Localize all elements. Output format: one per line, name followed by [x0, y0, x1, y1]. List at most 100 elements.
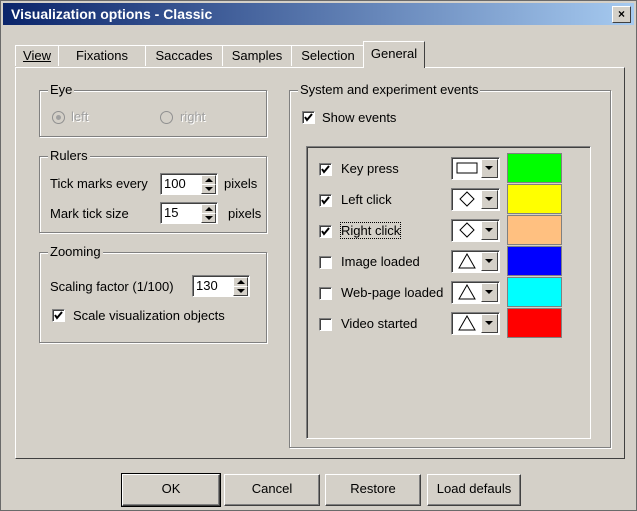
ok-button[interactable]: OK [121, 473, 221, 507]
tab-selection[interactable]: Selection [291, 45, 365, 66]
rulers-group: Rulers Tick marks every 100 pixels Mark … [39, 148, 267, 233]
general-tab-panel: Eye left right Rulers Tick marks every 1… [15, 67, 625, 459]
triangle-shape-icon [458, 315, 476, 331]
scaling-factor-label: Scaling factor (1/100) [50, 279, 174, 294]
mark-tick-size-unit: pixels [228, 206, 262, 221]
video-started-label: Video started [341, 316, 418, 331]
key-press-color-swatch[interactable] [507, 153, 562, 183]
zooming-group: Zooming Scaling factor (1/100) 130 Scale… [39, 244, 267, 343]
checkmark-icon [304, 113, 313, 122]
eye-group: Eye left right [39, 82, 267, 137]
web-page-loaded-checkbox[interactable] [319, 287, 332, 300]
diamond-shape-icon [459, 191, 475, 207]
scale-objects-label: Scale visualization objects [73, 308, 225, 323]
scaling-factor-value: 130 [196, 278, 218, 293]
dropdown-arrow-icon[interactable] [481, 283, 498, 302]
dropdown-arrow-icon[interactable] [481, 314, 498, 333]
show-events-checkbox[interactable] [302, 111, 315, 124]
tab-view[interactable]: View [15, 45, 59, 66]
scaling-factor-spinner[interactable]: 130 [192, 275, 250, 297]
scaling-factor-spin-buttons [233, 277, 248, 296]
rectangle-shape-icon [456, 162, 478, 174]
eye-right-label: right [180, 109, 206, 124]
scale-objects-checkbox[interactable] [52, 309, 65, 322]
mark-tick-size-label: Mark tick size [50, 206, 129, 221]
load-defaults-button-label: Load defauls [436, 481, 512, 496]
rulers-group-legend: Rulers [48, 148, 90, 163]
ok-button-label: OK [161, 481, 181, 496]
right-click-shape-select[interactable] [451, 219, 500, 242]
tick-marks-spinner[interactable]: 100 [160, 173, 218, 195]
load-defaults-button[interactable]: Load defauls [427, 474, 521, 506]
web-page-loaded-color-swatch[interactable] [507, 277, 562, 307]
cancel-button-label: Cancel [251, 481, 293, 496]
tab-label: Fixations [75, 48, 129, 63]
spin-down-button[interactable] [201, 213, 216, 223]
tab-label: View [23, 48, 51, 63]
tab-label: Selection [301, 48, 355, 63]
dropdown-arrow-icon[interactable] [481, 221, 498, 240]
diamond-shape-icon [459, 222, 475, 238]
eye-left-radio[interactable] [52, 111, 65, 124]
image-loaded-shape-select[interactable] [451, 250, 500, 273]
right-click-color-swatch[interactable] [507, 215, 562, 245]
checkmark-icon [321, 196, 330, 205]
mark-tick-size-spin-buttons [201, 204, 216, 223]
dropdown-arrow-icon[interactable] [481, 252, 498, 271]
right-click-checkbox[interactable] [319, 225, 332, 238]
triangle-shape-icon [458, 284, 476, 300]
events-group: System and experiment events Show events… [289, 82, 611, 448]
image-loaded-checkbox[interactable] [319, 256, 332, 269]
tab-saccades[interactable]: Saccades [145, 45, 223, 66]
eye-group-legend: Eye [48, 82, 75, 97]
left-click-checkbox[interactable] [319, 194, 332, 207]
events-list: Key press Left click Right click Image l… [306, 146, 591, 439]
mark-tick-size-spinner[interactable]: 15 [160, 202, 218, 224]
left-click-label: Left click [341, 192, 392, 207]
mark-tick-size-value: 15 [164, 205, 179, 220]
window-title: Visualization options - Classic [11, 6, 213, 22]
eye-left-label: left [71, 109, 89, 124]
right-click-label: Right click [339, 222, 402, 239]
events-group-legend: System and experiment events [298, 82, 481, 97]
tick-marks-label: Tick marks every [50, 176, 148, 191]
tick-marks-spin-buttons [201, 175, 216, 194]
checkmark-icon [321, 165, 330, 174]
dialog-window: Visualization options - Classic × View F… [0, 0, 637, 511]
left-click-shape-select[interactable] [451, 188, 500, 211]
video-started-color-swatch[interactable] [507, 308, 562, 338]
triangle-shape-icon [458, 253, 476, 269]
web-page-loaded-shape-select[interactable] [451, 281, 500, 304]
close-button[interactable]: × [612, 6, 631, 23]
dropdown-arrow-icon[interactable] [481, 159, 498, 178]
title-bar: Visualization options - Classic × [3, 3, 634, 25]
spin-down-button[interactable] [201, 184, 216, 194]
tab-label: General [370, 46, 418, 61]
tick-marks-unit: pixels [224, 176, 258, 191]
image-loaded-color-swatch[interactable] [507, 246, 562, 276]
show-events-label: Show events [322, 110, 397, 125]
tab-label: Samples [231, 48, 283, 63]
key-press-shape-select[interactable] [451, 157, 500, 180]
key-press-checkbox[interactable] [319, 163, 332, 176]
tab-general[interactable]: General [363, 41, 425, 68]
key-press-label: Key press [341, 161, 399, 176]
tab-label: Saccades [155, 48, 213, 63]
video-started-shape-select[interactable] [451, 312, 500, 335]
spin-down-button[interactable] [233, 286, 248, 296]
tab-samples[interactable]: Samples [222, 45, 292, 66]
restore-button-label: Restore [350, 481, 396, 496]
tick-marks-value: 100 [164, 176, 186, 191]
restore-button[interactable]: Restore [325, 474, 421, 506]
eye-right-radio[interactable] [160, 111, 173, 124]
checkmark-icon [54, 311, 63, 320]
dropdown-arrow-icon[interactable] [481, 190, 498, 209]
tab-fixations[interactable]: Fixations [58, 45, 146, 66]
image-loaded-label: Image loaded [341, 254, 420, 269]
checkmark-icon [321, 227, 330, 236]
cancel-button[interactable]: Cancel [224, 474, 320, 506]
zooming-group-legend: Zooming [48, 244, 103, 259]
web-page-loaded-label: Web-page loaded [341, 285, 444, 300]
video-started-checkbox[interactable] [319, 318, 332, 331]
left-click-color-swatch[interactable] [507, 184, 562, 214]
